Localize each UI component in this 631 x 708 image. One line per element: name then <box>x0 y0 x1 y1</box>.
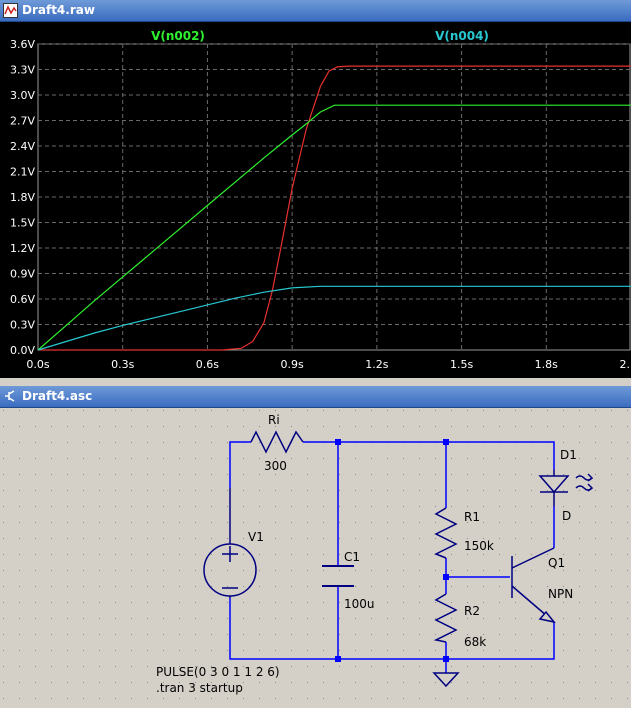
node <box>443 574 449 580</box>
ri-name: Ri <box>268 413 280 427</box>
v1-name: V1 <box>248 530 264 544</box>
node <box>443 439 449 445</box>
schematic-dot-grid <box>0 408 631 708</box>
legend-v-n002[interactable]: V(n002) <box>151 29 205 43</box>
y-tick-label: 0.0V <box>10 344 35 357</box>
d1-value: D <box>562 509 571 523</box>
x-tick-label: 0.0s <box>26 358 49 371</box>
schematic-canvas[interactable]: Ri 300 V1 C1 100u R1 150k R2 68k Q1 NPN … <box>0 408 631 708</box>
y-tick-label: 2.7V <box>10 115 35 128</box>
waveform-icon <box>3 3 18 18</box>
y-tick-label: 2.1V <box>10 166 35 179</box>
y-tick-label: 3.0V <box>10 89 35 102</box>
x-tick-label: 1.2s <box>365 358 388 371</box>
schematic-icon <box>5 390 15 402</box>
r1-name: R1 <box>464 510 480 524</box>
q1-name: Q1 <box>548 556 565 570</box>
plot-window-title: Draft4.raw <box>22 3 95 17</box>
node <box>335 439 341 445</box>
y-tick-label: 1.8V <box>10 191 35 204</box>
y-tick-label: 3.6V <box>10 38 35 51</box>
schematic-window-title: Draft4.asc <box>22 389 93 403</box>
plot-window-titlebar[interactable]: Draft4.raw <box>0 0 631 22</box>
x-tick-label: 0.9s <box>281 358 304 371</box>
y-tick-label: 2.4V <box>10 140 35 153</box>
x-tick-label: 0.6s <box>196 358 219 371</box>
y-tick-label: 0.3V <box>10 319 35 332</box>
q1-value: NPN <box>548 587 573 601</box>
source-directive[interactable]: PULSE(0 3 0 1 1 2 6) <box>156 665 280 679</box>
y-tick-label: 1.5V <box>10 217 35 230</box>
y-tick-label: 0.6V <box>10 293 35 306</box>
tran-directive[interactable]: .tran 3 startup <box>156 681 243 695</box>
r2-value: 68k <box>464 635 486 649</box>
waveform-plot[interactable]: 0.0V 0.3V 0.6V 0.9V 1.2V 1.5V 1.8V 2.1V 2.4V 2.7V… <box>0 22 631 378</box>
c1-value: 100u <box>344 597 375 611</box>
legend-v-n004[interactable]: V(n004) <box>435 29 489 43</box>
c1-name: C1 <box>344 550 360 564</box>
x-tick-label: 1.5s <box>450 358 473 371</box>
r2-name: R2 <box>464 604 480 618</box>
node <box>335 656 341 662</box>
r1-value: 150k <box>464 539 494 553</box>
y-tick-label: 0.9V <box>10 268 35 281</box>
window-separator <box>0 378 631 386</box>
x-tick-label: 1.8s <box>535 358 558 371</box>
d1-name: D1 <box>560 448 577 462</box>
x-tick-label: 0.3s <box>111 358 134 371</box>
node <box>443 656 449 662</box>
ri-value: 300 <box>264 459 287 473</box>
x-tick-label: 2. <box>620 358 631 371</box>
schematic-window-titlebar[interactable]: Draft4.asc <box>0 386 631 408</box>
y-tick-label: 3.3V <box>10 64 35 77</box>
y-tick-label: 1.2V <box>10 242 35 255</box>
